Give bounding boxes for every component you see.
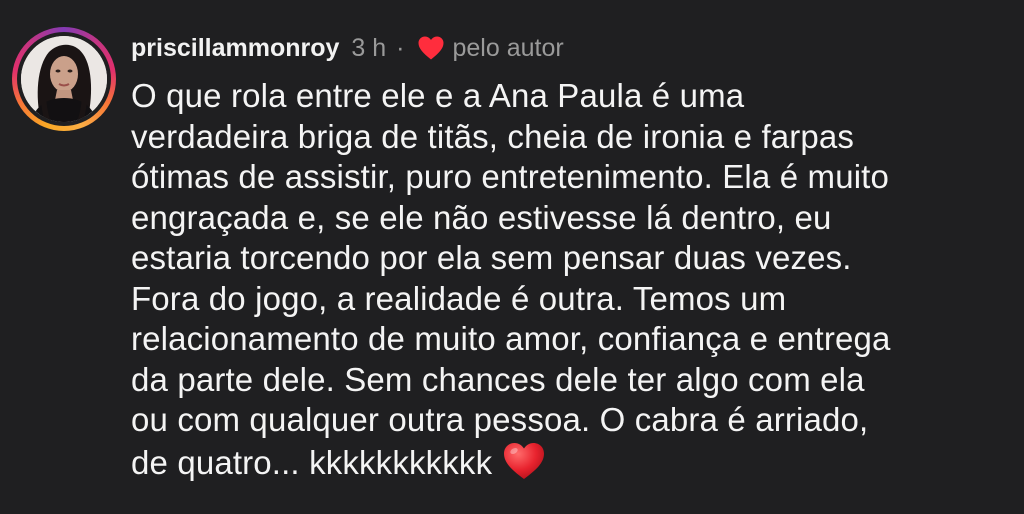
story-ring[interactable] <box>12 27 116 131</box>
avatar-gap <box>17 32 111 126</box>
comment-line-last: de quatro... kkkkkkkkkkk <box>131 441 1011 482</box>
comment-line: engraçada e, se ele não estivesse lá den… <box>131 198 832 236</box>
comment-line: O que rola entre ele e a Ana Paula é uma <box>131 77 745 114</box>
heart-icon <box>417 35 445 61</box>
comment-line: estaria torcendo por ela sem pensar duas… <box>131 239 852 276</box>
comment-line: Fora do jogo, a realidade é outra. Temos… <box>131 279 787 317</box>
timestamp[interactable]: 3 h <box>351 34 386 63</box>
comment-line: verdadeira briga de titãs, cheia de iron… <box>131 117 855 155</box>
avatar[interactable] <box>21 36 107 122</box>
liked-by-author-label: pelo autor <box>452 33 564 62</box>
comment-line: da parte dele. Sem chances dele ter algo… <box>131 360 865 398</box>
comment-line: relacionamento de muito amor, confiança … <box>131 320 891 357</box>
comment: priscillammonroy 3 h · pelo autor O que … <box>0 0 1024 514</box>
comment-line: ou com qualquer outra pessoa. O cabra é … <box>131 401 869 438</box>
comment-line: ótimas de assistir, puro entretenimento.… <box>131 158 890 195</box>
avatar-photo <box>21 36 107 122</box>
red-heart-emoji-icon <box>502 441 546 481</box>
separator: · <box>396 33 405 62</box>
comment-text: O que rola entre ele e a Ana Paula é uma… <box>131 76 1011 481</box>
comment-header: priscillammonroy 3 h · pelo autor <box>131 29 564 67</box>
comment-line-text: de quatro... kkkkkkkkkkk <box>131 443 493 481</box>
username[interactable]: priscillammonroy <box>131 34 339 63</box>
